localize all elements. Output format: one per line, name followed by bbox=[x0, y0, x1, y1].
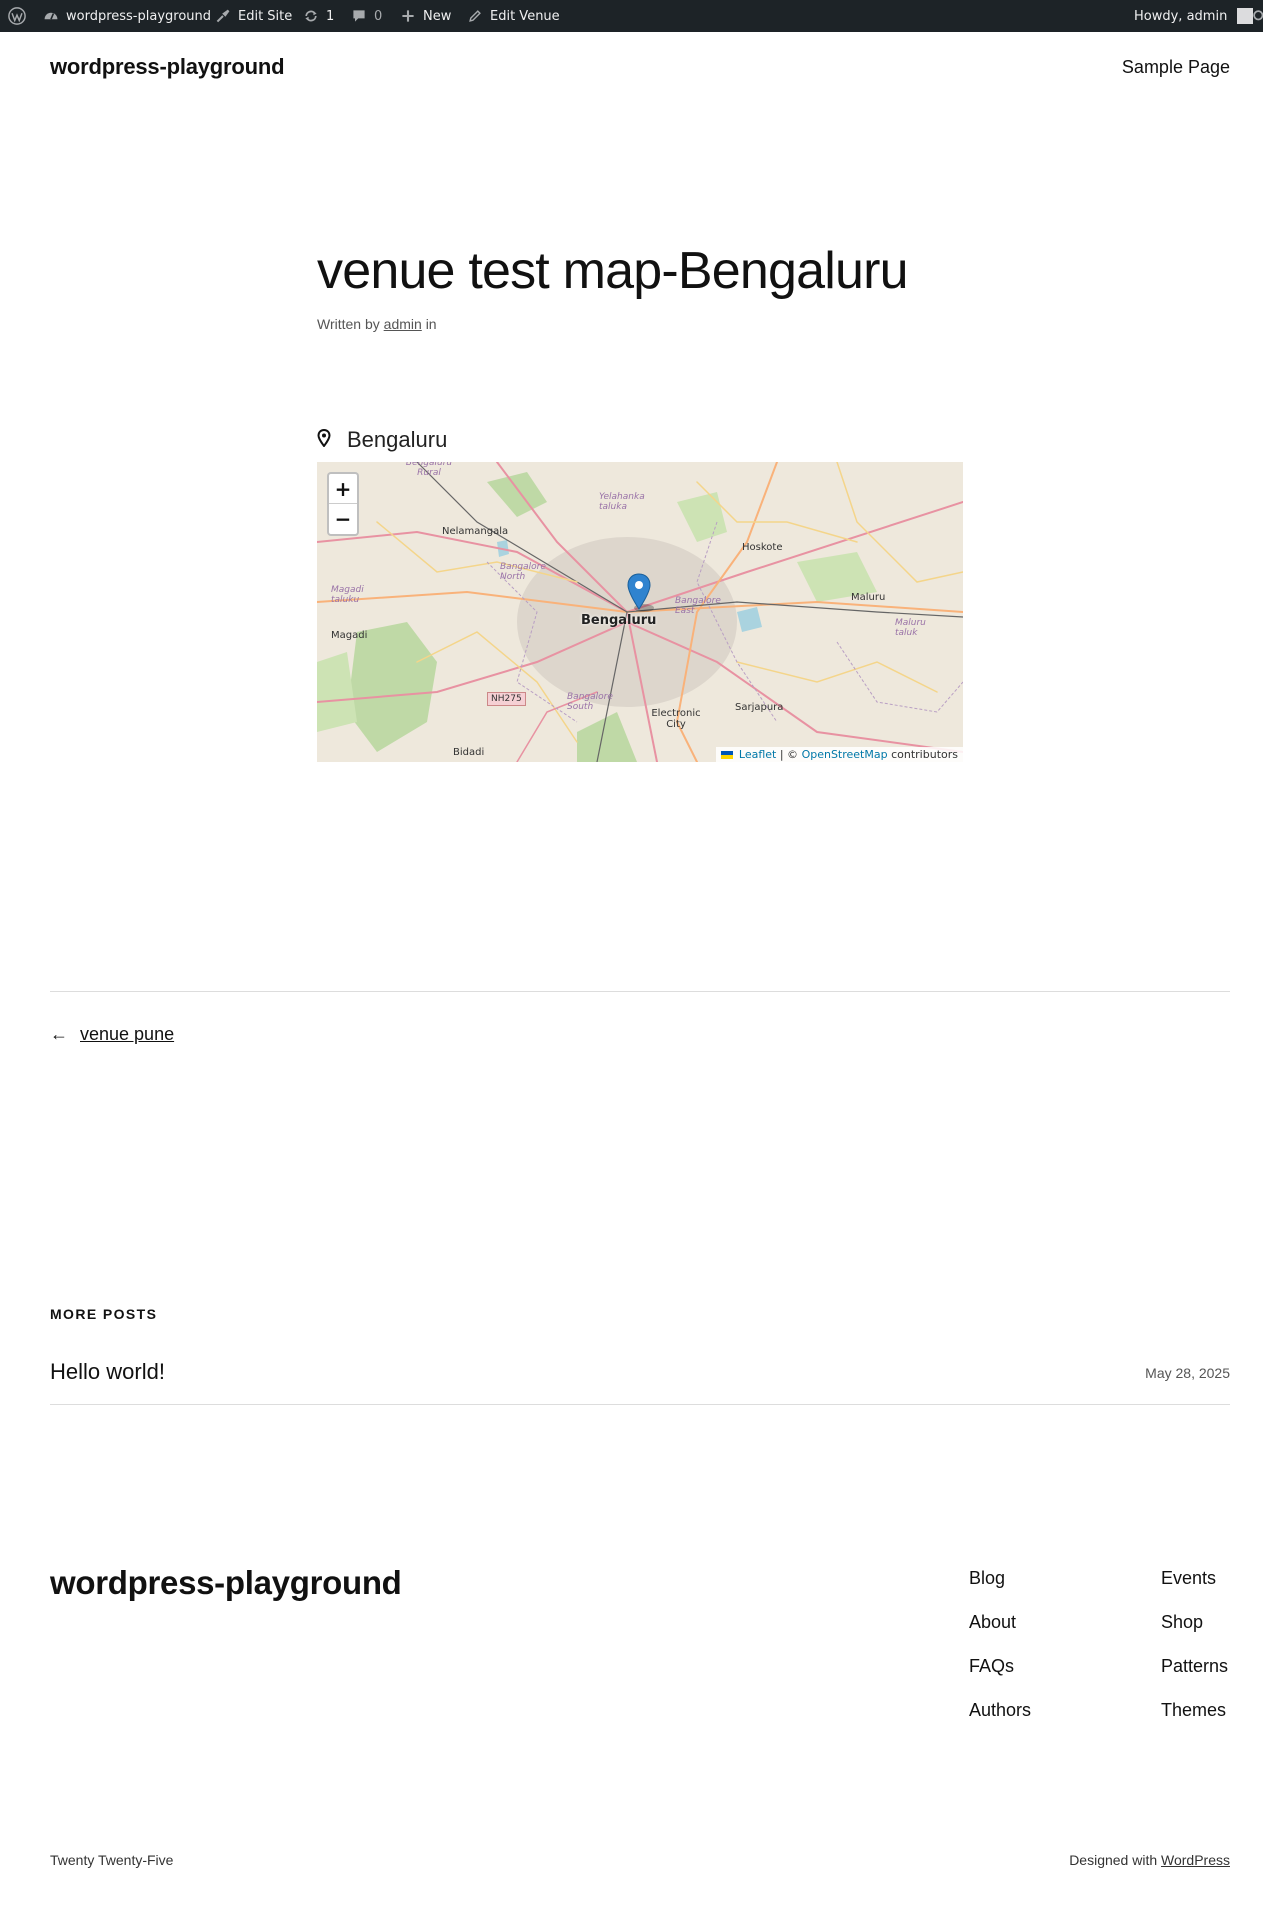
edit-venue-link[interactable]: Edit Venue bbox=[466, 0, 560, 32]
updates-link[interactable]: 1 bbox=[302, 0, 334, 32]
zoom-in-button[interactable]: + bbox=[329, 474, 357, 504]
place-magadi-taluk: Magadi taluku bbox=[331, 585, 364, 605]
updates-icon bbox=[302, 7, 320, 25]
divider bbox=[50, 1404, 1230, 1405]
meta-prefix: Written by bbox=[317, 316, 380, 332]
edit-site-link[interactable]: Edit Site bbox=[214, 0, 292, 32]
place-bangalore-east: Bangalore East bbox=[675, 596, 721, 616]
arrow-left-icon: ← bbox=[50, 1024, 68, 1044]
admin-bar: wordpress-playground Edit Site 1 0 New E… bbox=[0, 0, 1263, 32]
venue-location: Bengaluru bbox=[317, 427, 447, 453]
author-link[interactable]: admin bbox=[384, 316, 422, 332]
meta-suffix: in bbox=[425, 316, 437, 332]
place-bangalore-south: Bangalore South bbox=[567, 692, 613, 712]
new-label: New bbox=[423, 8, 452, 24]
place-electronic-city: Electronic City bbox=[651, 708, 701, 730]
site-title[interactable]: wordpress-playground bbox=[50, 54, 285, 80]
theme-name: Twenty Twenty-Five bbox=[50, 1852, 174, 1868]
avatar bbox=[1237, 8, 1254, 24]
comment-icon bbox=[350, 7, 368, 25]
osm-link[interactable]: OpenStreetMap bbox=[802, 748, 888, 761]
post-meta: Written by admin in bbox=[317, 316, 437, 332]
edit-venue-label: Edit Venue bbox=[490, 8, 560, 24]
comments-count: 0 bbox=[374, 8, 383, 24]
wordpress-icon bbox=[8, 7, 26, 25]
footer-site-title[interactable]: wordpress-playground bbox=[50, 1564, 402, 1602]
more-posts-heading: MORE POSTS bbox=[50, 1306, 158, 1322]
map-marker-icon[interactable] bbox=[626, 572, 654, 617]
ukraine-flag-icon bbox=[721, 751, 734, 759]
brush-icon bbox=[214, 7, 232, 25]
divider bbox=[50, 991, 1230, 992]
dashboard-icon bbox=[42, 7, 60, 25]
footer-link-shop[interactable]: Shop bbox=[1161, 1612, 1203, 1633]
previous-post-label: venue pune bbox=[80, 1024, 175, 1044]
new-content-link[interactable]: New bbox=[399, 0, 451, 32]
comments-link[interactable]: 0 bbox=[350, 0, 382, 32]
zoom-control: + − bbox=[327, 472, 359, 536]
footer-link-faqs[interactable]: FAQs bbox=[969, 1656, 1014, 1677]
footer-link-authors[interactable]: Authors bbox=[969, 1700, 1031, 1721]
place-yelahanka: Yelahanka taluka bbox=[599, 492, 645, 512]
previous-post-link[interactable]: ← venue pune bbox=[50, 1024, 174, 1045]
place-bidadi: Bidadi bbox=[453, 747, 485, 758]
admin-bar-site-link[interactable]: wordpress-playground bbox=[42, 0, 211, 32]
search-icon[interactable] bbox=[1252, 0, 1263, 32]
footer-link-events[interactable]: Events bbox=[1161, 1568, 1216, 1589]
nav-sample-page[interactable]: Sample Page bbox=[1122, 57, 1230, 78]
edit-site-label: Edit Site bbox=[238, 8, 293, 24]
place-bangalore-north: Bangalore North bbox=[500, 562, 546, 582]
highway-badge: NH275 bbox=[487, 692, 526, 706]
map-attribution: Leaflet | © OpenStreetMap contributors bbox=[716, 747, 963, 762]
venue-name: Bengaluru bbox=[347, 427, 448, 452]
map-pin-icon bbox=[317, 428, 331, 452]
admin-bar-site-name: wordpress-playground bbox=[66, 8, 212, 24]
updates-count: 1 bbox=[326, 8, 335, 24]
place-maluru: Maluru bbox=[851, 592, 886, 603]
place-rural: Bengaluru Rural bbox=[405, 462, 453, 478]
place-maluru-taluk: Maluru taluk bbox=[895, 618, 926, 638]
attribution-separator: | © bbox=[779, 748, 799, 761]
page-title: venue test map-Bengaluru bbox=[317, 242, 909, 300]
post-item-title[interactable]: Hello world! bbox=[50, 1359, 165, 1385]
place-sarjapura: Sarjapura bbox=[735, 702, 784, 713]
footer-link-patterns[interactable]: Patterns bbox=[1161, 1656, 1228, 1677]
place-magadi: Magadi bbox=[331, 630, 368, 641]
wordpress-link[interactable]: WordPress bbox=[1161, 1852, 1230, 1868]
venue-map[interactable]: Nelamangala Hoskote Magadi Magadi taluku… bbox=[317, 462, 963, 762]
place-hoskote: Hoskote bbox=[742, 542, 783, 553]
wordpress-logo-icon[interactable] bbox=[8, 0, 26, 32]
leaflet-link[interactable]: Leaflet bbox=[739, 748, 776, 761]
footer-link-blog[interactable]: Blog bbox=[969, 1568, 1005, 1589]
footer-link-about[interactable]: About bbox=[969, 1612, 1016, 1633]
zoom-out-button[interactable]: − bbox=[329, 504, 357, 534]
pencil-icon bbox=[466, 7, 484, 25]
place-nelamangala: Nelamangala bbox=[442, 526, 509, 537]
plus-icon bbox=[399, 7, 417, 25]
my-account-link[interactable]: Howdy, admin bbox=[1134, 0, 1254, 32]
howdy-label: Howdy, admin bbox=[1134, 8, 1228, 24]
attribution-tail: contributors bbox=[891, 748, 958, 761]
designed-with: Designed with WordPress bbox=[1069, 1852, 1230, 1868]
footer-link-themes[interactable]: Themes bbox=[1161, 1700, 1226, 1721]
designed-prefix: Designed with bbox=[1069, 1852, 1158, 1868]
post-item-date: May 28, 2025 bbox=[1145, 1365, 1230, 1381]
